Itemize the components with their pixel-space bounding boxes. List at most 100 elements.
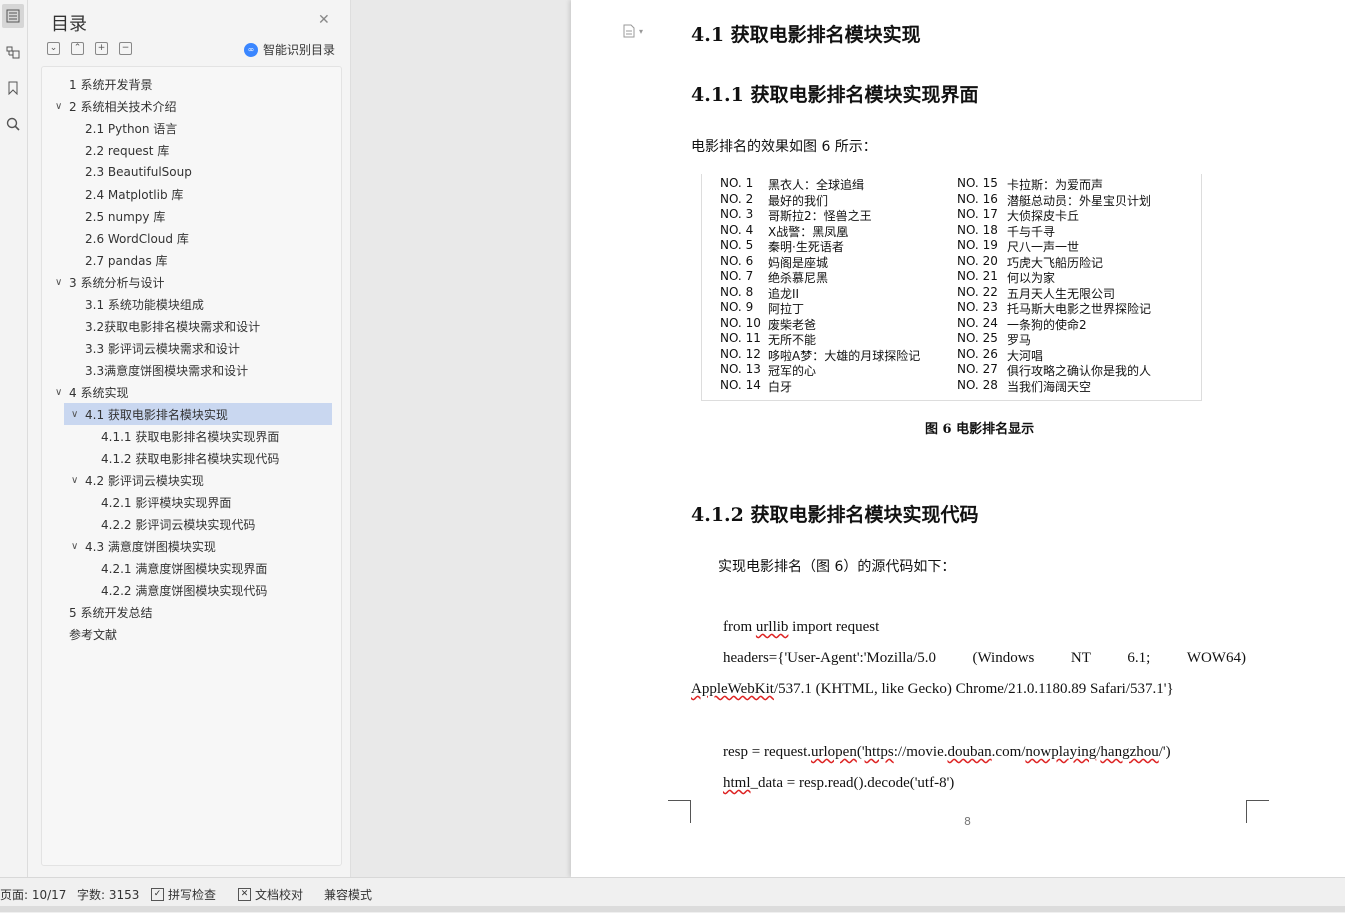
ranking-title: 秦明·生死语者: [768, 240, 844, 254]
canvas-gutter: [351, 0, 570, 877]
toc-item-label: 5 系统开发总结: [69, 605, 153, 620]
toc-item[interactable]: ∨ 3 系统分析与设计: [42, 271, 332, 293]
toc-item[interactable]: 2.3 BeautifulSoup: [42, 161, 332, 183]
toc-item[interactable]: 3.3满意度饼图模块需求和设计: [42, 359, 332, 381]
toc-item[interactable]: 3.1 系统功能模块组成: [42, 293, 332, 315]
toc-item[interactable]: 3.2获取电影排名模块需求和设计: [42, 315, 332, 337]
status-bar: 页面: 10/17 字数: 3153 ✓ 拼写检查 ✕ 文档校对 兼容模式: [0, 877, 1345, 913]
bookmark-icon[interactable]: [2, 76, 24, 100]
toc-item-label: 4.2.2 影评词云模块实现代码: [101, 517, 256, 532]
ranking-title: 俱行攻略之确认你是我的人: [1007, 364, 1152, 378]
spell-check-button[interactable]: ✓ 拼写检查: [151, 886, 216, 903]
toc-item[interactable]: ∨ 2 系统相关技术介绍: [42, 95, 332, 117]
toc-item-label: 3 系统分析与设计: [69, 275, 165, 290]
ranking-title: 哆啦A梦：大雄的月球探险记: [768, 348, 921, 363]
toc-item-label: 3.3 影评词云模块需求和设计: [85, 341, 240, 356]
toc-item[interactable]: 3.3 影评词云模块需求和设计: [42, 337, 332, 359]
ranking-title: 何以为家: [1007, 271, 1056, 285]
ranking-title: 巧虎大飞船历险记: [1007, 255, 1104, 270]
toc-item[interactable]: 2.5 numpy 库: [42, 205, 332, 227]
toc-item[interactable]: 参考文献: [42, 623, 332, 645]
ranking-title: 罗马: [1007, 333, 1032, 347]
chevron-down-icon[interactable]: ∨: [71, 541, 78, 552]
word-count[interactable]: 字数: 3153: [77, 886, 139, 903]
ranking-number: NO. 20: [957, 253, 998, 268]
toc-item[interactable]: 2.1 Python 语言: [42, 117, 332, 139]
toc-item-label: 3.3满意度饼图模块需求和设计: [85, 363, 249, 378]
toc-item[interactable]: 4.1.2 获取电影排名模块实现代码: [42, 447, 332, 469]
toc-item[interactable]: 4.2.1 满意度饼图模块实现界面: [42, 557, 332, 579]
toc-item[interactable]: ∨ 4.3 满意度饼图模块实现: [42, 535, 332, 557]
chevron-down-icon[interactable]: ∨: [55, 277, 62, 288]
ranking-title: 大侦探皮卡丘: [1007, 209, 1080, 223]
proofread-button[interactable]: ✕ 文档校对: [238, 886, 303, 903]
toc-item-label: 4.2.2 满意度饼图模块实现代码: [101, 583, 268, 598]
search-icon[interactable]: [2, 112, 24, 136]
ranking-title: 妈阁是座城: [768, 255, 829, 270]
ranking-number: NO. 22: [957, 284, 998, 299]
proofread-label: 文档校对: [255, 888, 304, 902]
ranking-title: 黑衣人：全球追缉: [768, 178, 865, 192]
add-icon[interactable]: +: [95, 42, 108, 55]
toc-item[interactable]: 5 系统开发总结: [42, 601, 332, 623]
toc-item-label: 4.1.1 获取电影排名模块实现界面: [101, 429, 280, 444]
ranking-title: 阿拉丁: [768, 302, 805, 316]
ranking-title: 无所不能: [768, 333, 817, 347]
toc-item-label: 3.2获取电影排名模块需求和设计: [85, 319, 261, 334]
toc-item[interactable]: 4.2.2 满意度饼图模块实现代码: [42, 579, 332, 601]
ranking-number: NO. 11: [720, 331, 761, 345]
document-page[interactable]: ▾ 4.1 获取电影排名模块实现 4.1.1 获取电影排名模块实现界面 电影排名…: [571, 0, 1345, 877]
ranking-title: 绝杀慕尼黑: [768, 271, 829, 285]
figure-intro-text: 电影排名的效果如图 6 所示：: [691, 139, 877, 155]
chevron-down-icon[interactable]: ∨: [71, 409, 78, 420]
toc-item[interactable]: 2.6 WordCloud 库: [42, 227, 332, 249]
ranking-number: NO. 26: [957, 346, 998, 361]
ranking-number: NO. 8: [720, 284, 754, 299]
left-rail: [0, 0, 28, 877]
toc-item[interactable]: 4.2.1 影评模块实现界面: [42, 491, 332, 513]
toc-icon[interactable]: [2, 4, 24, 28]
smart-toc-button[interactable]: ∞ 智能识别目录: [244, 41, 335, 58]
ranking-number: NO. 10: [720, 315, 761, 330]
toc-item[interactable]: ∨ 4.2 影评词云模块实现: [42, 469, 332, 491]
toc-item[interactable]: 1 系统开发背景: [42, 73, 332, 95]
expand-up-icon[interactable]: ⌃: [71, 42, 84, 55]
ranking-number: NO. 17: [957, 207, 998, 221]
chevron-down-icon[interactable]: ∨: [55, 387, 62, 398]
toc-item-label: 4.2.1 满意度饼图模块实现界面: [101, 561, 268, 576]
smart-toc-label: 智能识别目录: [263, 43, 336, 57]
close-icon[interactable]: ✕: [318, 12, 330, 28]
proofread-icon: ✕: [238, 888, 251, 901]
collapse-all-icon[interactable]: ⌄: [47, 42, 60, 55]
figure-caption: 图 6 电影排名显示: [925, 422, 1035, 437]
chevron-down-icon[interactable]: ∨: [55, 101, 62, 112]
movie-ranking-figure: NO. 1 黑衣人：全球追缉 NO. 2 最好的我们 NO. 3 哥斯拉2：怪兽之王 NO.…: [701, 174, 1202, 401]
page-indicator[interactable]: 页面: 10/17: [0, 886, 66, 903]
toc-item[interactable]: ∨ 4 系统实现: [42, 381, 332, 403]
page-menu-icon[interactable]: ▾: [623, 24, 643, 38]
heading-4-1: 4.1 获取电影排名模块实现: [691, 24, 921, 46]
toc-item[interactable]: 2.2 request 库: [42, 139, 332, 161]
compat-mode: 兼容模式: [324, 888, 373, 902]
remove-icon[interactable]: −: [119, 42, 132, 55]
ranking-title: 当我们海阔天空: [1007, 379, 1092, 394]
toc-item[interactable]: 4.1.1 获取电影排名模块实现界面: [42, 425, 332, 447]
ranking-title: 哥斯拉2：怪兽之王: [768, 209, 872, 223]
toc-list: 1 系统开发背景 ∨ 2 系统相关技术介绍 2.1 Python 语言 2.2 requ…: [41, 66, 342, 866]
ranking-number: NO. 12: [720, 346, 761, 361]
ranking-number: NO. 3: [720, 207, 754, 221]
toc-item[interactable]: 4.2.2 影评词云模块实现代码: [42, 513, 332, 535]
toc-item[interactable]: 2.4 Matplotlib 库: [42, 183, 332, 205]
navigation-icon[interactable]: [2, 40, 24, 64]
toc-item-label: 2.1 Python 语言: [85, 121, 178, 136]
ranking-number: NO. 7: [720, 269, 754, 283]
toc-item[interactable]: ∨ 4.1 获取电影排名模块实现: [64, 403, 332, 425]
code-line-4: resp = request.urlopen('https://movie.do…: [723, 744, 1171, 760]
toc-item[interactable]: 2.7 pandas 库: [42, 249, 332, 271]
ranking-title: 托马斯大电影之世界探险记: [1007, 302, 1152, 316]
ranking-number: NO. 23: [957, 300, 998, 314]
ranking-number: NO. 28: [957, 377, 998, 392]
toc-item-label: 2 系统相关技术介绍: [69, 99, 177, 114]
spell-check-label: 拼写检查: [168, 888, 217, 902]
chevron-down-icon[interactable]: ∨: [71, 475, 78, 486]
